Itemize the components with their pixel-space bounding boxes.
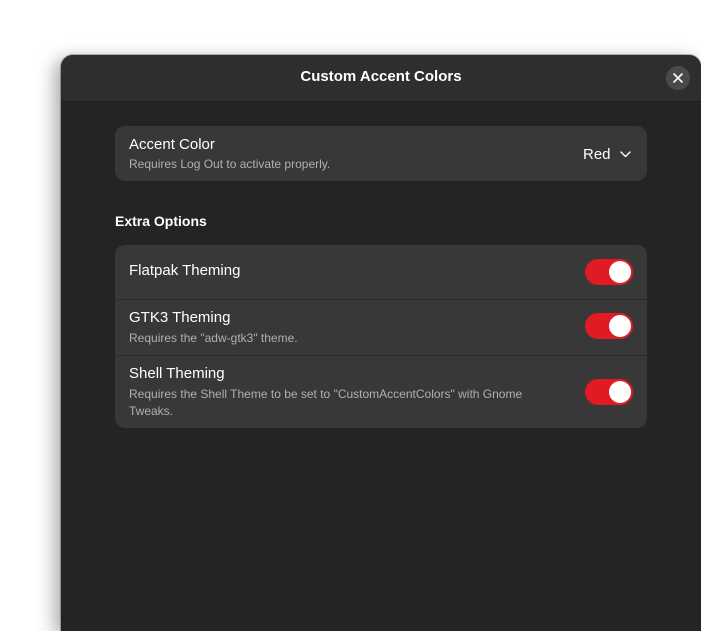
flatpak-theming-toggle[interactable] xyxy=(585,259,633,285)
shell-theming-subtitle: Requires the Shell Theme to be set to "C… xyxy=(129,387,523,418)
extra-options-list: Flatpak Theming GTK3 Theming Requires th… xyxy=(115,245,647,428)
window-title: Custom Accent Colors xyxy=(300,68,462,85)
close-button[interactable] xyxy=(666,66,690,90)
accent-color-row: Accent Color Requires Log Out to activat… xyxy=(115,126,647,181)
toggle-knob xyxy=(609,261,631,283)
shell-theming-title: Shell Theming xyxy=(129,365,225,382)
accent-color-subtitle: Requires Log Out to activate properly. xyxy=(129,157,331,171)
gtk3-theming-title: GTK3 Theming xyxy=(129,309,231,326)
chevron-down-icon xyxy=(619,150,631,157)
extra-options-heading: Extra Options xyxy=(115,213,207,229)
list-item-gtk3-theming: GTK3 Theming Requires the "adw-gtk3" the… xyxy=(115,300,647,356)
list-item-flatpak-theming: Flatpak Theming xyxy=(115,245,647,300)
toggle-knob xyxy=(609,381,631,403)
list-item-shell-theming: Shell Theming Requires the Shell Theme t… xyxy=(115,356,647,428)
accent-color-title: Accent Color xyxy=(129,136,215,153)
flatpak-theming-title: Flatpak Theming xyxy=(129,262,241,279)
shell-theming-toggle[interactable] xyxy=(585,379,633,405)
gtk3-theming-toggle[interactable] xyxy=(585,313,633,339)
preferences-window: Custom Accent Colors Accent Color Requir… xyxy=(61,55,701,631)
accent-color-value: Red xyxy=(583,145,611,163)
accent-color-dropdown[interactable]: Red xyxy=(583,145,631,163)
header-bar: Custom Accent Colors xyxy=(61,55,701,102)
toggle-knob xyxy=(609,315,631,337)
close-icon xyxy=(673,73,683,83)
gtk3-theming-subtitle: Requires the "adw-gtk3" theme. xyxy=(129,331,298,345)
